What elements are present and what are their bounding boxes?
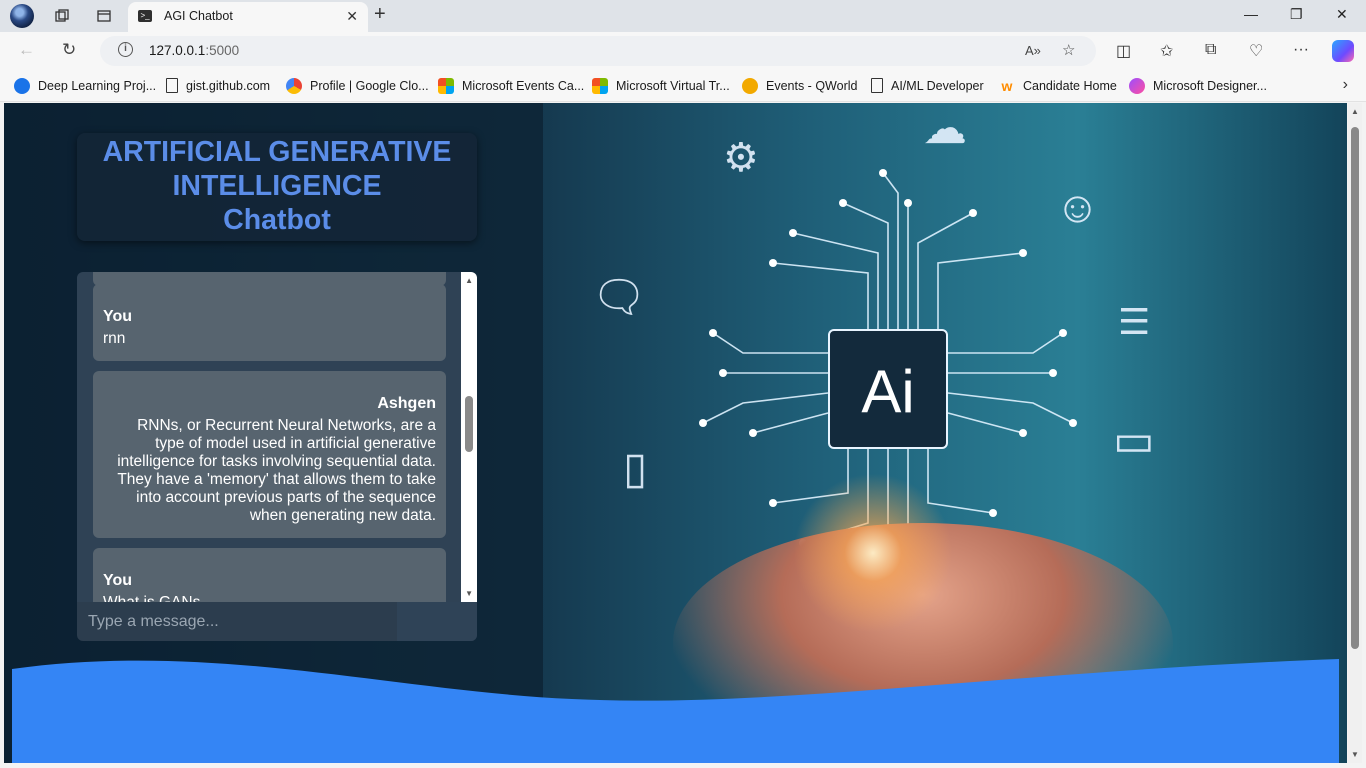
message-text: rnn	[103, 330, 126, 347]
bookmark-item[interactable]: Microsoft Virtual Tr...	[592, 78, 730, 94]
chat-message-user: You rnn	[93, 284, 446, 361]
chat-history[interactable]: You rnn Ashgen RNNs, or Recurrent Neural…	[77, 272, 477, 602]
close-window-icon[interactable]: ✕	[1336, 6, 1348, 23]
collections-icon[interactable]: ⧉	[1205, 41, 1216, 59]
bookmark-favicon-icon	[14, 78, 30, 94]
chip-label: Ai	[861, 358, 915, 425]
scroll-thumb[interactable]	[465, 396, 473, 452]
url-port: :5000	[205, 43, 240, 58]
message-input-row	[77, 602, 477, 641]
page-scrollbar[interactable]: ▲ ▼	[1348, 103, 1362, 763]
chat-message-user: You What is GANs	[93, 548, 446, 602]
ai-chip-graphic: Ai	[828, 329, 948, 449]
restore-icon[interactable]: ❐	[1290, 6, 1303, 23]
send-button[interactable]	[397, 602, 477, 641]
back-icon[interactable]: ←	[18, 40, 35, 60]
chat-bubbles-icon: 🗨	[591, 273, 647, 322]
tab-agi-chatbot[interactable]: >_ AGI Chatbot ✕	[128, 2, 368, 32]
tab-title: AGI Chatbot	[164, 9, 233, 23]
page-title-line-1: ARTIFICIAL GENERATIVE	[102, 136, 452, 168]
wave-footer	[12, 659, 1339, 763]
tab-bar: >_ AGI Chatbot ✕ + — ❐ ✕	[0, 0, 1366, 32]
more-menu-icon[interactable]: ···	[1293, 41, 1309, 59]
light-glow-graphic	[793, 473, 953, 633]
bookmark-label: Microsoft Virtual Tr...	[616, 79, 730, 93]
message-sender: Ashgen	[377, 395, 436, 412]
message-sender: You	[103, 572, 133, 589]
split-screen-icon[interactable]: ◫	[1116, 41, 1131, 61]
bookmark-item[interactable]: Microsoft Events Ca...	[438, 78, 584, 94]
profile-avatar[interactable]	[10, 4, 34, 28]
robot-icon: ☺	[1055, 183, 1100, 232]
gears-icon: ⚙	[723, 136, 759, 180]
bookmark-item[interactable]: Deep Learning Proj...	[14, 78, 156, 94]
favorites-icon[interactable]: ✩	[1160, 41, 1173, 61]
qworld-icon	[742, 78, 758, 94]
refresh-icon[interactable]: ↻	[62, 40, 76, 60]
favorite-star-icon[interactable]: ☆	[1062, 41, 1075, 59]
page-scroll-thumb[interactable]	[1351, 127, 1359, 649]
document-icon	[871, 78, 883, 93]
workspaces-icon[interactable]	[51, 5, 73, 27]
message-text: What is GANs	[103, 594, 436, 602]
bookmark-label: Microsoft Designer...	[1153, 79, 1267, 93]
message-text: RNNs, or Recurrent Neural Networks, are …	[117, 417, 436, 524]
message-sender: You	[103, 308, 133, 325]
scroll-down-icon[interactable]: ▼	[1351, 750, 1359, 759]
designer-icon	[1129, 78, 1145, 94]
page-title-line-2: INTELLIGENCE	[172, 170, 382, 202]
google-cloud-icon	[286, 78, 302, 94]
info-icon[interactable]: i	[118, 42, 133, 57]
bookmark-item[interactable]: Events - QWorld	[742, 78, 857, 94]
bookmarks-bar: Deep Learning Proj... gist.github.com Pr…	[0, 70, 1366, 102]
chat-scrollbar[interactable]: ▲ ▼	[461, 272, 477, 602]
scroll-down-icon[interactable]: ▼	[465, 589, 473, 598]
server-icon: ☰	[1118, 301, 1151, 342]
bookmark-item[interactable]: w Candidate Home	[999, 78, 1117, 94]
read-aloud-icon[interactable]: A»	[1025, 43, 1041, 58]
browser-essentials-icon[interactable]: ♡	[1249, 41, 1263, 61]
minimize-icon[interactable]: —	[1244, 6, 1258, 22]
terminal-icon: >_	[138, 10, 152, 22]
monitor-icon: ▭	[1113, 416, 1155, 465]
message-input[interactable]	[77, 602, 397, 641]
document-icon	[166, 78, 178, 93]
scroll-up-icon[interactable]: ▲	[465, 276, 473, 285]
nav-bar: ← ↻ i 127.0.0.1:5000 A» ☆ ◫ ✩ ⧉ ♡ ···	[0, 32, 1366, 70]
w-logo-icon: w	[1001, 78, 1013, 94]
tab-actions-icon[interactable]	[93, 5, 115, 27]
close-tab-icon[interactable]: ✕	[346, 8, 358, 25]
bookmark-label: Profile | Google Clo...	[310, 79, 429, 93]
bookmark-label: gist.github.com	[186, 78, 271, 93]
web-page: Ai ☁ ⚙ 🗨 ☺ ☰ ▭ ▯ ARTIFICIAL GENERATIVE I…	[4, 103, 1347, 763]
copilot-icon[interactable]	[1332, 40, 1354, 62]
new-tab-button[interactable]: +	[374, 3, 386, 26]
bookmark-label: Microsoft Events Ca...	[462, 79, 585, 93]
chat-message-bot: Ashgen RNNs, or Recurrent Neural Network…	[93, 371, 446, 538]
bookmark-item[interactable]: Profile | Google Clo...	[286, 78, 429, 94]
title-card: ARTIFICIAL GENERATIVE INTELLIGENCE Chatb…	[77, 133, 477, 241]
bookmark-item[interactable]: AI/ML Developer	[871, 78, 984, 93]
bookmark-label: Candidate Home	[1023, 79, 1117, 93]
bookmark-label: AI/ML Developer	[891, 78, 984, 93]
url-host: 127.0.0.1	[149, 43, 206, 58]
bookmark-label: Events - QWorld	[766, 79, 858, 93]
cloud-upload-icon: ☁	[923, 104, 967, 153]
microsoft-logo-icon	[592, 78, 608, 94]
chevron-right-icon[interactable]: ›	[1343, 76, 1348, 94]
bookmark-item[interactable]: Microsoft Designer...	[1129, 78, 1267, 94]
page-title-line-3: Chatbot	[223, 204, 331, 236]
bookmark-label: Deep Learning Proj...	[38, 79, 157, 93]
address-bar[interactable]: i 127.0.0.1:5000 A» ☆	[100, 36, 1096, 66]
scroll-up-icon[interactable]: ▲	[1351, 107, 1359, 116]
bookmark-item[interactable]: gist.github.com	[166, 78, 270, 93]
phone-icon: ▯	[623, 444, 648, 493]
url-text[interactable]: 127.0.0.1:5000	[149, 43, 239, 58]
microsoft-logo-icon	[438, 78, 454, 94]
